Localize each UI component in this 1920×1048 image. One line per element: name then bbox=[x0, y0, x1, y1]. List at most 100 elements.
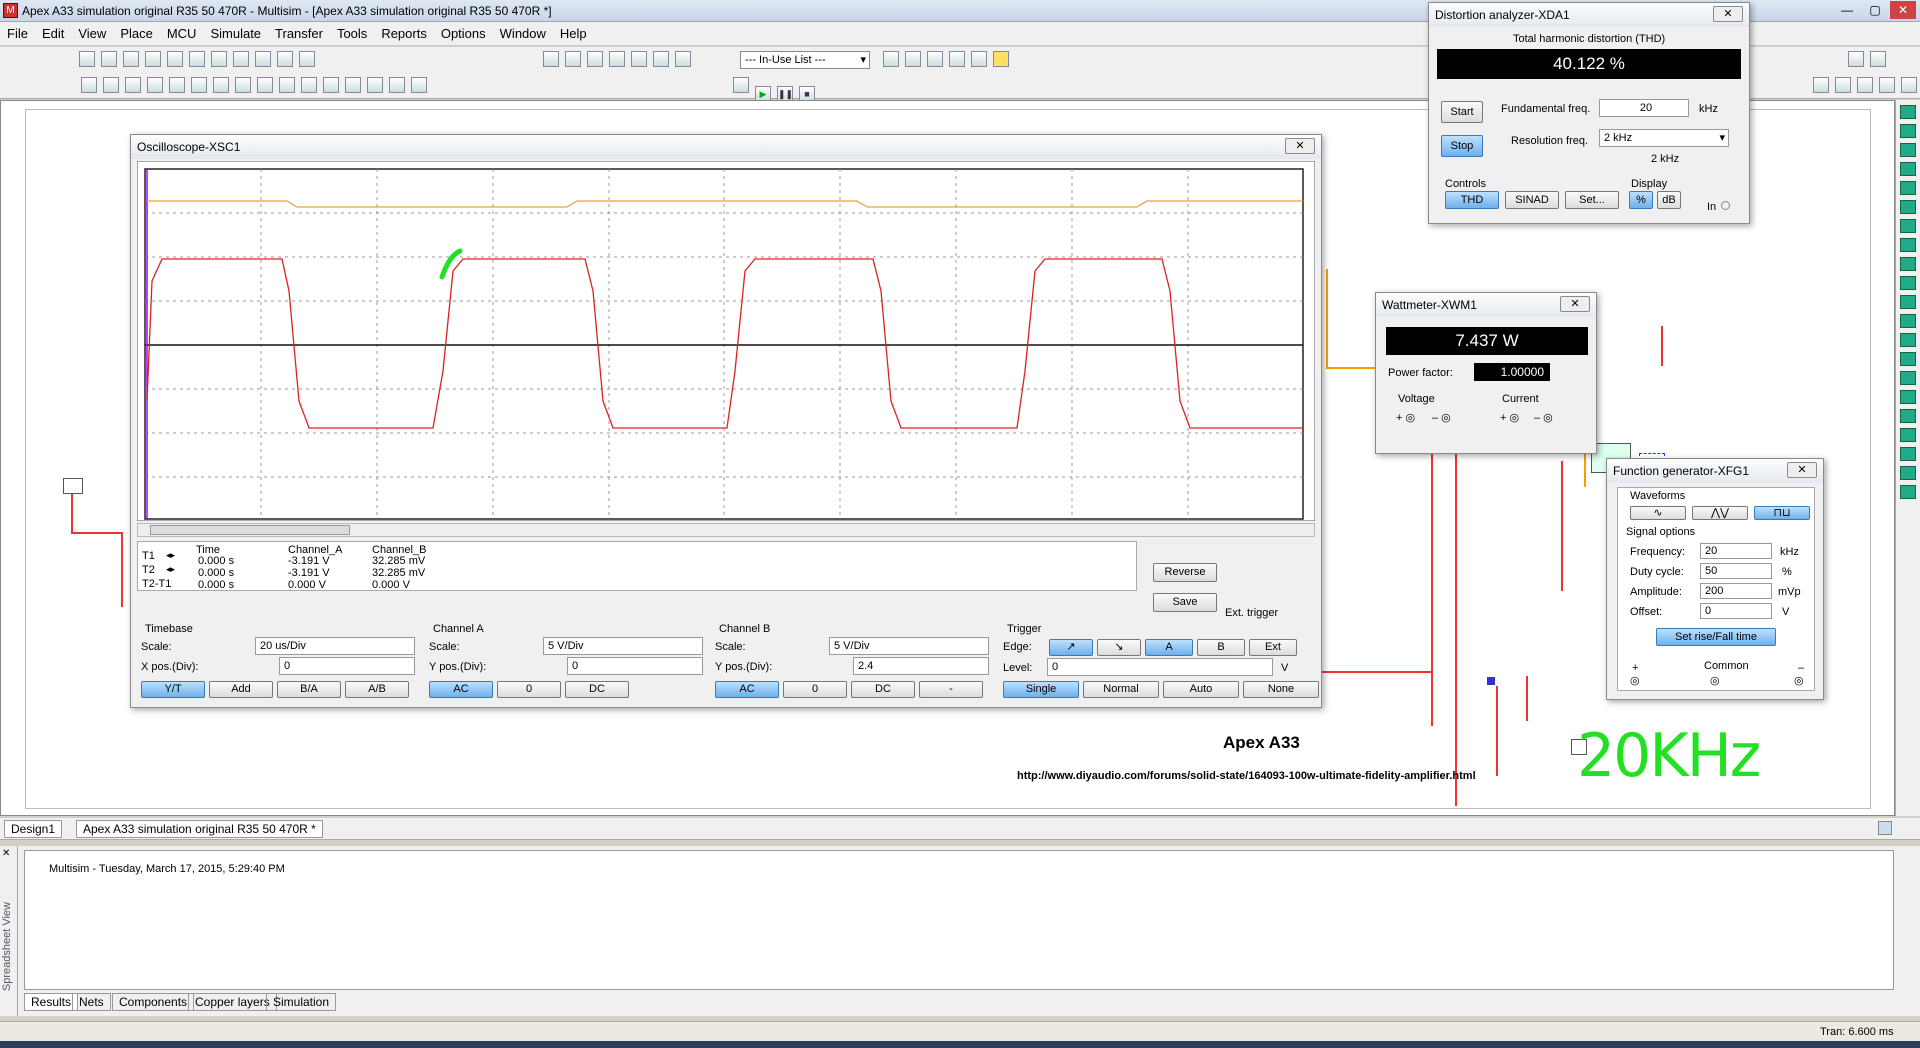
place-misc-icon[interactable] bbox=[257, 77, 273, 93]
help-icon[interactable] bbox=[993, 51, 1009, 67]
none-button[interactable]: None bbox=[1243, 681, 1319, 698]
rising-edge-icon[interactable]: ↗ bbox=[1049, 639, 1093, 656]
place-hier-icon[interactable] bbox=[411, 77, 427, 93]
normal-button[interactable]: Normal bbox=[1083, 681, 1159, 698]
close-icon[interactable]: ✕ bbox=[1787, 462, 1817, 478]
minimize-icon[interactable]: — bbox=[1834, 1, 1860, 19]
close-icon[interactable]: ✕ bbox=[1285, 138, 1315, 154]
iv-analyzer-icon[interactable] bbox=[1900, 295, 1916, 309]
channel-b-ypos-field[interactable]: 2.4 bbox=[853, 657, 989, 675]
component-wizard-icon[interactable] bbox=[675, 51, 691, 67]
zoom-in-icon[interactable] bbox=[1813, 77, 1829, 93]
menu-mcu[interactable]: MCU bbox=[160, 22, 204, 46]
bode-plotter-icon[interactable] bbox=[1900, 200, 1916, 214]
transfer-icon[interactable] bbox=[883, 51, 899, 67]
database-icon[interactable] bbox=[587, 51, 603, 67]
stop-button[interactable]: Stop bbox=[1441, 135, 1483, 157]
tab-design1[interactable]: Design1 bbox=[4, 820, 63, 838]
wattmeter-icon[interactable] bbox=[1900, 143, 1916, 157]
tab-components[interactable]: Components bbox=[112, 993, 195, 1011]
spreadsheet-icon[interactable] bbox=[565, 51, 581, 67]
t2-arrows-icon[interactable]: ◂▸ bbox=[166, 564, 175, 575]
scope-screen[interactable] bbox=[137, 161, 1315, 521]
single-button[interactable]: Single bbox=[1003, 681, 1079, 698]
thd-button[interactable]: THD bbox=[1445, 191, 1499, 209]
menu-tools[interactable]: Tools bbox=[330, 22, 374, 46]
amplitude-field[interactable]: 200 bbox=[1700, 583, 1772, 599]
place-power-icon[interactable] bbox=[301, 77, 317, 93]
place-mcu-icon[interactable] bbox=[235, 77, 251, 93]
close-icon[interactable]: ✕ bbox=[1713, 6, 1743, 22]
copy-icon[interactable] bbox=[233, 51, 249, 67]
level-field[interactable]: 0 bbox=[1047, 658, 1273, 676]
oscilloscope-icon[interactable] bbox=[1900, 162, 1916, 176]
ultiboard-icon[interactable] bbox=[949, 51, 965, 67]
falling-edge-icon[interactable]: ↘ bbox=[1097, 639, 1141, 656]
agilent-multimeter-icon[interactable] bbox=[1900, 390, 1916, 404]
menu-window[interactable]: Window bbox=[493, 22, 553, 46]
tab-nets[interactable]: Nets bbox=[72, 993, 111, 1011]
trigger-b-button[interactable]: B bbox=[1197, 639, 1245, 656]
network-analyzer-icon[interactable] bbox=[1900, 352, 1916, 366]
square-wave-icon[interactable]: ⊓⊔ bbox=[1754, 506, 1810, 520]
zoom-sheet-icon[interactable] bbox=[1879, 77, 1895, 93]
start-button[interactable]: Start bbox=[1441, 101, 1483, 123]
cut-icon[interactable] bbox=[211, 51, 227, 67]
channel-b-dc-button[interactable]: DC bbox=[851, 681, 915, 698]
place-indicator-icon[interactable] bbox=[279, 77, 295, 93]
menu-edit[interactable]: Edit bbox=[35, 22, 71, 46]
close-icon[interactable]: ✕ bbox=[2, 848, 10, 859]
menu-place[interactable]: Place bbox=[113, 22, 160, 46]
distortion-analyzer-icon[interactable] bbox=[1900, 314, 1916, 328]
percent-button[interactable]: % bbox=[1629, 191, 1653, 209]
multisim-app-icon[interactable]: M bbox=[3, 3, 18, 18]
channel-a-ac-button[interactable]: AC bbox=[429, 681, 493, 698]
frequency-field[interactable]: 20 bbox=[1700, 543, 1772, 559]
add-button[interactable]: Add bbox=[209, 681, 273, 698]
logic-converter-icon[interactable] bbox=[1900, 257, 1916, 271]
save-button[interactable]: Save bbox=[1153, 593, 1217, 612]
channel-b-zero-button[interactable]: 0 bbox=[783, 681, 847, 698]
frequency-counter-icon[interactable] bbox=[1900, 219, 1916, 233]
zoom-area-icon[interactable] bbox=[1857, 77, 1873, 93]
channel-a-scale-field[interactable]: 5 V/Div bbox=[543, 637, 703, 655]
tab-apex-a33[interactable]: Apex A33 simulation original R35 50 470R… bbox=[76, 820, 323, 838]
simulate-run-icon[interactable] bbox=[733, 77, 749, 93]
labview-icon[interactable] bbox=[1900, 466, 1916, 480]
measurement-probe-icon[interactable] bbox=[1900, 447, 1916, 461]
four-channel-scope-icon[interactable] bbox=[1900, 181, 1916, 195]
spectrum-analyzer-icon[interactable] bbox=[1900, 333, 1916, 347]
zoom-find-icon[interactable] bbox=[971, 51, 987, 67]
scope-scrollbar-thumb[interactable] bbox=[150, 525, 350, 535]
channel-a-ypos-field[interactable]: 0 bbox=[567, 657, 703, 675]
close-icon[interactable]: ✕ bbox=[1560, 296, 1590, 312]
current-probe-icon[interactable] bbox=[1900, 485, 1916, 499]
xpos-field[interactable]: 0 bbox=[279, 657, 415, 675]
channel-a-zero-button[interactable]: 0 bbox=[497, 681, 561, 698]
menu-options[interactable]: Options bbox=[434, 22, 493, 46]
trigger-a-button[interactable]: A bbox=[1145, 639, 1193, 656]
expand-icon[interactable] bbox=[1878, 821, 1892, 835]
channel-b-scale-field[interactable]: 5 V/Div bbox=[829, 637, 989, 655]
resolution-select[interactable]: 2 kHz ▾ bbox=[1599, 129, 1729, 147]
panel-icon[interactable] bbox=[1870, 51, 1886, 67]
menu-simulate[interactable]: Simulate bbox=[203, 22, 268, 46]
ba-button[interactable]: B/A bbox=[277, 681, 341, 698]
place-diode-icon[interactable] bbox=[125, 77, 141, 93]
place-transistor-icon[interactable] bbox=[147, 77, 163, 93]
menu-file[interactable]: File bbox=[0, 22, 35, 46]
duty-cycle-field[interactable]: 50 bbox=[1700, 563, 1772, 579]
place-source-icon[interactable] bbox=[81, 77, 97, 93]
sinad-button[interactable]: SINAD bbox=[1505, 191, 1559, 209]
auto-button[interactable]: Auto bbox=[1163, 681, 1239, 698]
agilent-generator-icon[interactable] bbox=[1900, 371, 1916, 385]
word-generator-icon[interactable] bbox=[1900, 238, 1916, 252]
channel-b-minus-button[interactable]: - bbox=[919, 681, 983, 698]
reverse-button[interactable]: Reverse bbox=[1153, 563, 1217, 582]
grapher-icon[interactable] bbox=[609, 51, 625, 67]
open-sample-icon[interactable] bbox=[123, 51, 139, 67]
triangle-wave-icon[interactable]: ⋀⋁ bbox=[1692, 506, 1748, 520]
agilent-scope-icon[interactable] bbox=[1900, 409, 1916, 423]
redo-icon[interactable] bbox=[299, 51, 315, 67]
in-use-list-dropdown[interactable]: --- In-Use List --- ▾ bbox=[740, 51, 870, 69]
